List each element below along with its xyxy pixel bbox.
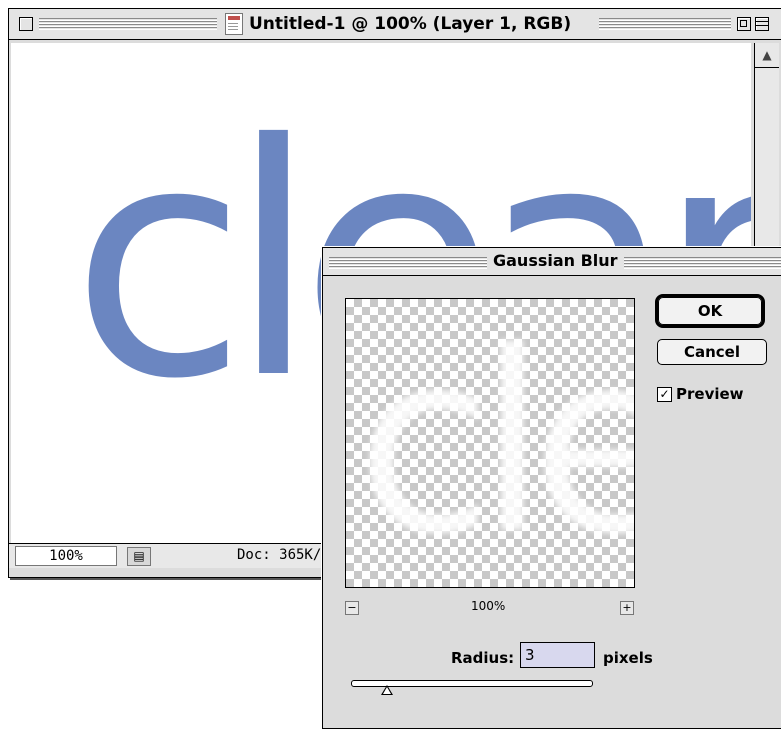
dialog-titlebar[interactable]: Gaussian Blur — [323, 248, 781, 276]
dialog-title: Gaussian Blur — [493, 251, 618, 270]
radius-unit-label: pixels — [603, 649, 653, 667]
status-menu-icon[interactable]: ▤ — [127, 547, 151, 566]
zoom-box-icon[interactable] — [737, 17, 751, 31]
check-icon[interactable]: ✓ — [657, 386, 672, 402]
collapse-box-icon[interactable] — [755, 17, 769, 31]
radius-slider-thumb[interactable] — [381, 685, 393, 695]
titlebar-stripes — [623, 257, 781, 269]
document-title: Untitled-1 @ 100% (Layer 1, RGB) — [249, 14, 572, 34]
titlebar-stripes — [599, 18, 731, 30]
zoom-minus-icon[interactable]: − — [345, 601, 359, 615]
title-group: Untitled-1 @ 100% (Layer 1, RGB) — [217, 12, 580, 36]
zoom-plus-icon[interactable]: + — [620, 601, 634, 615]
doc-size-readout: Doc: 365K/ — [237, 547, 322, 563]
document-icon — [225, 13, 243, 35]
preview-ghost-text: clear — [356, 298, 634, 588]
titlebar-stripes — [39, 18, 219, 30]
zoom-level-field[interactable]: 100% — [15, 546, 117, 566]
document-titlebar[interactable]: Untitled-1 @ 100% (Layer 1, RGB) — [9, 9, 781, 40]
gaussian-blur-dialog: Gaussian Blur clear − 100% + OK Cancel ✓… — [322, 247, 781, 729]
ok-button-label: OK — [658, 297, 762, 325]
dialog-title-group: Gaussian Blur — [487, 251, 624, 271]
cancel-button[interactable]: Cancel — [657, 339, 767, 365]
radius-input[interactable] — [520, 642, 595, 668]
filter-preview[interactable]: clear — [345, 298, 635, 588]
preview-checkbox-row[interactable]: ✓ Preview — [657, 385, 744, 403]
preview-checkbox-label: Preview — [676, 385, 744, 403]
preview-zoom-level: 100% — [471, 599, 506, 613]
close-box-icon[interactable] — [19, 17, 33, 31]
radius-label: Radius: — [451, 649, 515, 667]
scroll-up-arrow-icon[interactable]: ▲ — [755, 43, 779, 68]
titlebar-stripes — [329, 257, 489, 269]
ok-button[interactable]: OK — [655, 294, 765, 328]
